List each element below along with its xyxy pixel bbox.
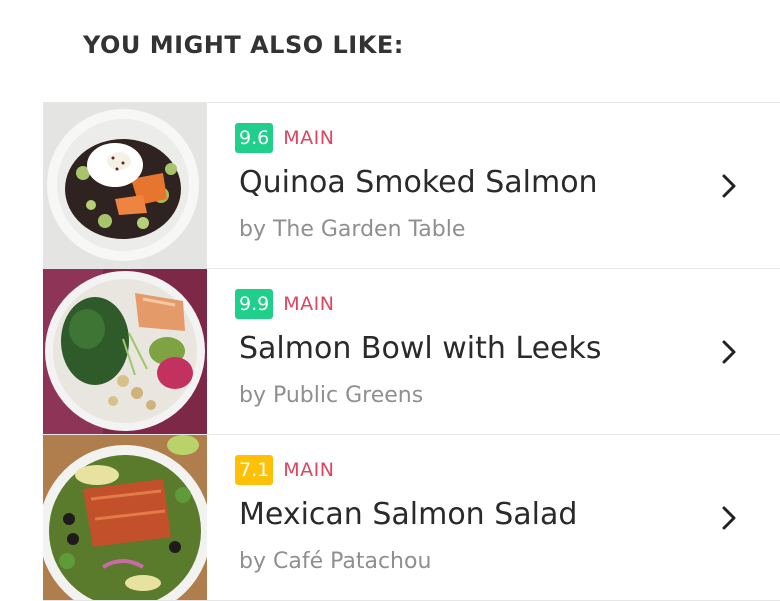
chevron-right-icon[interactable] <box>719 173 739 199</box>
recipe-title[interactable]: Quinoa Smoked Salmon <box>239 163 598 203</box>
recipe-meta: 7.1 MAIN <box>235 455 334 485</box>
chevron-right-icon[interactable] <box>719 505 739 531</box>
recipe-byline: by Public Greens <box>239 383 424 408</box>
category-tag: MAIN <box>283 127 335 149</box>
recipe-byline: by Café Patachou <box>239 549 432 574</box>
score-badge: 9.9 <box>235 289 274 319</box>
recipe-list: 9.6 MAIN Quinoa Smoked Salmon by The Gar… <box>43 102 780 601</box>
recipe-image <box>43 103 207 268</box>
recipe-title[interactable]: Mexican Salmon Salad <box>239 495 577 535</box>
recipe-title[interactable]: Salmon Bowl with Leeks <box>239 329 602 369</box>
recipe-item[interactable]: 9.9 MAIN Salmon Bowl with Leeks by Publi… <box>43 269 780 435</box>
category-tag: MAIN <box>283 293 335 315</box>
recipe-meta: 9.9 MAIN <box>235 289 334 319</box>
category-tag: MAIN <box>283 459 335 481</box>
recipe-image <box>43 269 207 434</box>
recipe-image <box>43 435 207 600</box>
recipe-byline: by The Garden Table <box>239 217 466 242</box>
section-title: YOU MIGHT ALSO LIKE: <box>83 31 404 59</box>
score-badge: 7.1 <box>235 455 274 485</box>
recipe-item[interactable]: 7.1 MAIN Mexican Salmon Salad by Café Pa… <box>43 435 780 601</box>
recipe-meta: 9.6 MAIN <box>235 123 334 153</box>
score-badge: 9.6 <box>235 123 274 153</box>
chevron-right-icon[interactable] <box>719 339 739 365</box>
recipe-item[interactable]: 9.6 MAIN Quinoa Smoked Salmon by The Gar… <box>43 103 780 269</box>
